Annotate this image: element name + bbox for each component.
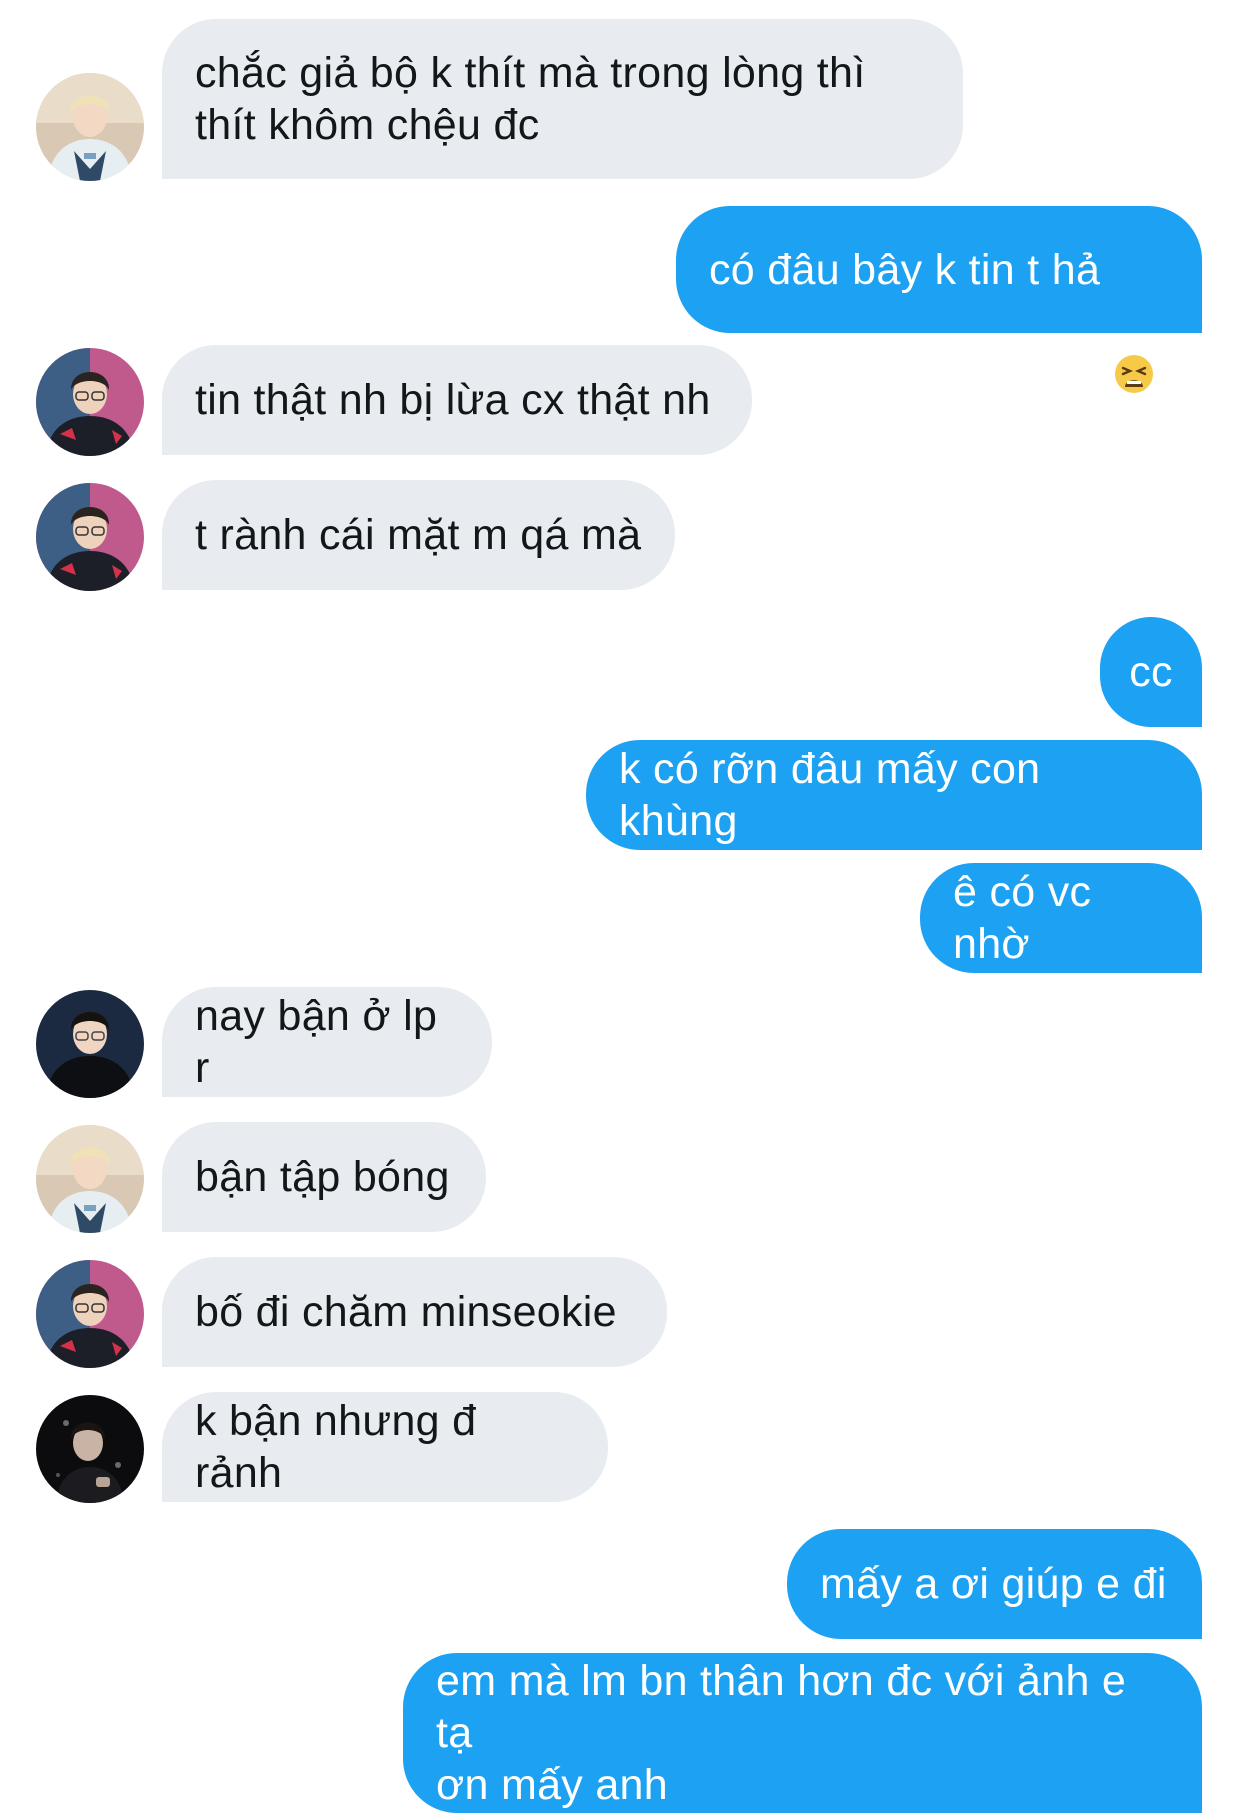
- message-text: bố đi chăm minseokie: [195, 1288, 617, 1336]
- message-bubble-incoming[interactable]: nay bận ở lp r: [162, 987, 492, 1097]
- message-text: có đâu bây k tin t hả: [709, 245, 1101, 294]
- message-bubble-incoming[interactable]: bố đi chăm minseokie: [162, 1257, 667, 1367]
- avatar-glasses-red-jersey[interactable]: [36, 483, 144, 591]
- message-text: nay bận ở lp r: [195, 992, 450, 1092]
- avatar-dark-portrait[interactable]: [36, 1395, 144, 1503]
- message-text: k có rỡn đâu mấy con khùng: [619, 745, 1053, 845]
- message-text: chắc giả bộ k thít mà trong lòng thì thí…: [195, 49, 866, 149]
- message-bubble-incoming[interactable]: chắc giả bộ k thít mà trong lòng thì thí…: [162, 19, 963, 179]
- message-text: em mà lm bn thân hơn đc với ảnh e tạ ơn …: [436, 1657, 1127, 1809]
- message-bubble-outgoing[interactable]: em mà lm bn thân hơn đc với ảnh e tạ ơn …: [403, 1653, 1202, 1813]
- message-bubble-incoming[interactable]: k bận nhưng đ rảnh: [162, 1392, 608, 1502]
- message-bubble-incoming[interactable]: tin thật nh bị lừa cx thật nh: [162, 345, 752, 455]
- message-bubble-incoming[interactable]: t rành cái mặt m qá mà: [162, 480, 675, 590]
- message-text: k bận nhưng đ rảnh: [195, 1397, 489, 1497]
- avatar-glasses-red-jersey[interactable]: [36, 1260, 144, 1368]
- message-text: cc: [1129, 648, 1173, 696]
- message-bubble-outgoing[interactable]: ê có vc nhờ: [920, 863, 1202, 973]
- message-text: bận tập bóng: [195, 1153, 450, 1201]
- tired-face-emoji-icon: [1114, 250, 1154, 393]
- avatar-blond-white-jacket[interactable]: [36, 1125, 144, 1233]
- message-text: ê có vc nhờ: [953, 868, 1104, 968]
- avatar-glasses-red-jersey[interactable]: [36, 348, 144, 456]
- message-bubble-outgoing[interactable]: cc: [1100, 617, 1202, 727]
- message-text: mấy a ơi giúp e đi: [820, 1560, 1167, 1608]
- message-bubble-outgoing[interactable]: mấy a ơi giúp e đi: [787, 1529, 1202, 1639]
- message-bubble-outgoing[interactable]: có đâu bây k tin t hả: [676, 206, 1202, 393]
- message-bubble-incoming[interactable]: bận tập bóng: [162, 1122, 486, 1232]
- message-bubble-outgoing[interactable]: k có rỡn đâu mấy con khùng: [586, 740, 1202, 850]
- avatar-black-hoodie[interactable]: [36, 990, 144, 1098]
- avatar-blond-white-jacket[interactable]: [36, 73, 144, 181]
- message-text: tin thật nh bị lừa cx thật nh: [195, 376, 711, 424]
- message-text: t rành cái mặt m qá mà: [195, 511, 642, 559]
